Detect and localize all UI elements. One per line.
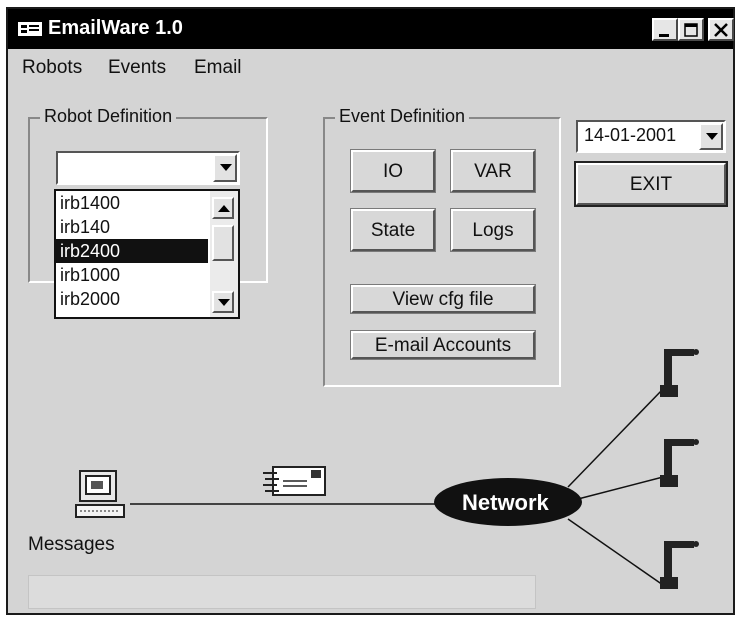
network-diagram — [75, 349, 699, 589]
messages-label: Messages — [28, 534, 115, 555]
email-envelope-icon — [263, 466, 326, 496]
network-label: Network — [462, 490, 549, 515]
network-robot-link — [567, 518, 664, 586]
status-bar — [28, 575, 536, 609]
computer-icon — [75, 470, 125, 518]
network-robot-link — [567, 388, 664, 488]
robot-arm-icon — [660, 439, 699, 487]
robot-arm-icon — [660, 349, 699, 397]
network-robot-link — [577, 476, 664, 500]
robot-arm-icon — [660, 541, 699, 589]
app-window: EmailWare 1.0 Robots Events Email Robot … — [6, 7, 735, 615]
